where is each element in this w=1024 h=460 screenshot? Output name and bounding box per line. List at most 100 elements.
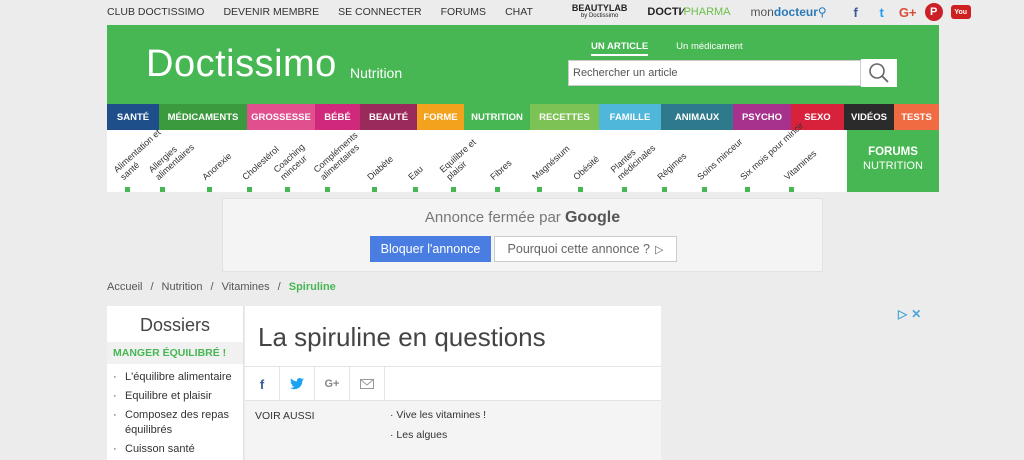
category-beaute[interactable]: BEAUTÉ xyxy=(360,104,417,130)
category-forme[interactable]: FORME xyxy=(417,104,464,130)
see-also-label: VOIR AUSSI xyxy=(255,410,315,422)
googleplus-icon[interactable]: G+ xyxy=(899,3,917,21)
bullet: · xyxy=(113,371,117,383)
subnav-marker xyxy=(537,187,542,192)
category-bebe[interactable]: BÉBÉ xyxy=(315,104,360,130)
share-twitter-icon[interactable] xyxy=(280,367,315,401)
forums-link[interactable]: FORUMS xyxy=(441,6,487,18)
beautylab-logo[interactable]: BEAUTYLAB by Doctissimo xyxy=(572,4,628,20)
section-name: Nutrition xyxy=(350,65,403,81)
subnav-label: Soins minceur xyxy=(695,136,745,182)
doctipharma-logo[interactable]: DOCTI⁄PHARMA xyxy=(647,6,730,18)
sidebar-item-label: Composez des repas équilibrés xyxy=(125,409,229,436)
subnav-label: Eau xyxy=(406,163,425,182)
chat-link[interactable]: CHAT xyxy=(505,6,533,18)
doctissimo-logo[interactable]: Doctissimo xyxy=(146,43,337,86)
sidebar-item[interactable]: · L'équilibre alimentaire xyxy=(113,370,237,385)
see-also-label: Vive les vitamines ! xyxy=(396,409,487,421)
article-panel: La spiruline en questions f G+ VOIR AUSS… xyxy=(245,306,661,460)
subnav-label: Plantes médicinales xyxy=(608,142,658,182)
category-videos[interactable]: VIDÉOS xyxy=(844,104,894,130)
sidebar-item[interactable]: · Equilibre et plaisir xyxy=(113,389,237,404)
sidebar-title: Dossiers xyxy=(139,315,210,335)
topic-subnav: Alimentation et santé Allergies alimentai… xyxy=(107,120,847,192)
sidebar-section-heading[interactable]: MANGER ÉQUILIBRÉ ! xyxy=(107,342,243,364)
mondocteur-logo[interactable]: mondocteur⚲ xyxy=(751,5,827,19)
why-ad-label: Pourquoi cette annonce ? xyxy=(507,242,650,256)
subnav-label: Equilibre et plaisir xyxy=(437,137,478,182)
search-icon xyxy=(869,63,889,83)
block-ad-button[interactable]: Bloquer l'annonce xyxy=(370,236,491,262)
pinterest-icon[interactable]: P xyxy=(924,3,943,21)
top-bar: CLUB DOCTISSIMO DEVENIR MEMBRE SE CONNEC… xyxy=(107,0,971,24)
see-also-list: · Vive les vitamines ! · Les algues xyxy=(390,409,486,449)
search-tabs: UN ARTICLE Un médicament xyxy=(591,41,743,56)
location-pin-icon: ⚲ xyxy=(817,5,827,19)
sidebar-item[interactable]: · Composez des repas équilibrés xyxy=(113,408,237,438)
club-doctissimo-link[interactable]: CLUB DOCTISSIMO xyxy=(107,6,204,18)
facebook-icon[interactable]: f xyxy=(847,3,865,21)
share-email-icon[interactable] xyxy=(350,367,385,401)
breadcrumb-home[interactable]: Accueil xyxy=(107,281,142,293)
see-also-panel: VOIR AUSSI · Vive les vitamines ! · Les a… xyxy=(245,401,661,460)
breadcrumb-separator: / xyxy=(210,281,214,293)
subnav-marker xyxy=(745,187,750,192)
category-psycho[interactable]: PSYCHO xyxy=(733,104,791,130)
category-grossesse[interactable]: GROSSESSE xyxy=(247,104,315,130)
category-animaux[interactable]: ANIMAUX xyxy=(661,104,733,130)
subnav-marker xyxy=(578,187,583,192)
category-famille[interactable]: FAMILLE xyxy=(599,104,661,130)
forums-nutrition-button[interactable]: FORUMS NUTRITION xyxy=(847,130,939,192)
subnav-marker xyxy=(372,187,377,192)
search-input[interactable]: Rechercher un article xyxy=(568,60,861,86)
email-icon xyxy=(360,379,374,389)
mon-text: mon xyxy=(750,5,774,19)
beautylab-sub: by Doctissimo xyxy=(580,13,619,19)
bullet: · xyxy=(113,443,117,455)
breadcrumb-nutrition[interactable]: Nutrition xyxy=(162,281,203,293)
why-this-ad-button[interactable]: Pourquoi cette annonce ? ▷ xyxy=(494,236,677,262)
twitter-icon[interactable]: t xyxy=(873,3,891,21)
article-title: La spiruline en questions xyxy=(258,322,546,352)
category-nav: SANTÉ MÉDICAMENTS GROSSESSE BÉBÉ BEAUTÉ FORME… xyxy=(107,104,939,130)
see-also-link[interactable]: · Les algues xyxy=(390,429,486,442)
see-also-link[interactable]: · Vive les vitamines ! xyxy=(390,409,486,422)
category-sante[interactable]: SANTÉ xyxy=(107,104,159,130)
se-connecter-link[interactable]: SE CONNECTER xyxy=(338,6,421,18)
category-medicaments[interactable]: MÉDICAMENTS xyxy=(159,104,247,130)
breadcrumb-vitamines[interactable]: Vitamines xyxy=(222,281,270,293)
share-googleplus-icon[interactable]: G+ xyxy=(315,367,350,401)
docti-text: DOCTI xyxy=(647,6,682,18)
tab-medicament[interactable]: Un médicament xyxy=(676,41,743,56)
forums-subtitle: NUTRITION xyxy=(863,160,923,172)
category-tests[interactable]: TESTS xyxy=(894,104,939,130)
subnav-marker xyxy=(160,187,165,192)
forums-title: FORUMS xyxy=(868,146,918,158)
subnav-label: Anorexie xyxy=(200,150,234,182)
ad-title-prefix: Annonce fermée par xyxy=(424,209,561,226)
pharma-text: PHARMA xyxy=(683,6,731,18)
subnav-marker xyxy=(495,187,500,192)
devenir-membre-link[interactable]: DEVENIR MEMBRE xyxy=(223,6,319,18)
social-icons: f t G+ P You xyxy=(847,3,971,21)
tab-article[interactable]: UN ARTICLE xyxy=(591,41,649,56)
docteur-text: docteur xyxy=(773,5,818,19)
subnav-label: Compléments alimentaires xyxy=(311,129,362,182)
sidebar-item-label: L'équilibre alimentaire xyxy=(125,371,232,383)
ad-title-brand: Google xyxy=(564,209,621,226)
category-recettes[interactable]: RECETTES xyxy=(530,104,599,130)
search-button[interactable] xyxy=(861,59,897,87)
breadcrumb-separator: / xyxy=(150,281,154,293)
youtube-icon[interactable]: You xyxy=(950,5,971,19)
category-nutrition[interactable]: NUTRITION xyxy=(464,104,530,130)
subnav-label: Fibres xyxy=(488,157,514,182)
subnav-marker xyxy=(413,187,418,192)
bullet: · xyxy=(113,409,117,421)
subnav-marker xyxy=(662,187,667,192)
sidebar-item[interactable]: · Cuisson santé xyxy=(113,442,237,457)
adchoices-icon[interactable]: ▷ ✕ xyxy=(898,307,921,321)
subnav-marker xyxy=(125,187,130,192)
subnav-label: Vitamines xyxy=(782,148,819,182)
share-facebook-icon[interactable]: f xyxy=(245,367,280,401)
subnav-marker xyxy=(789,187,794,192)
